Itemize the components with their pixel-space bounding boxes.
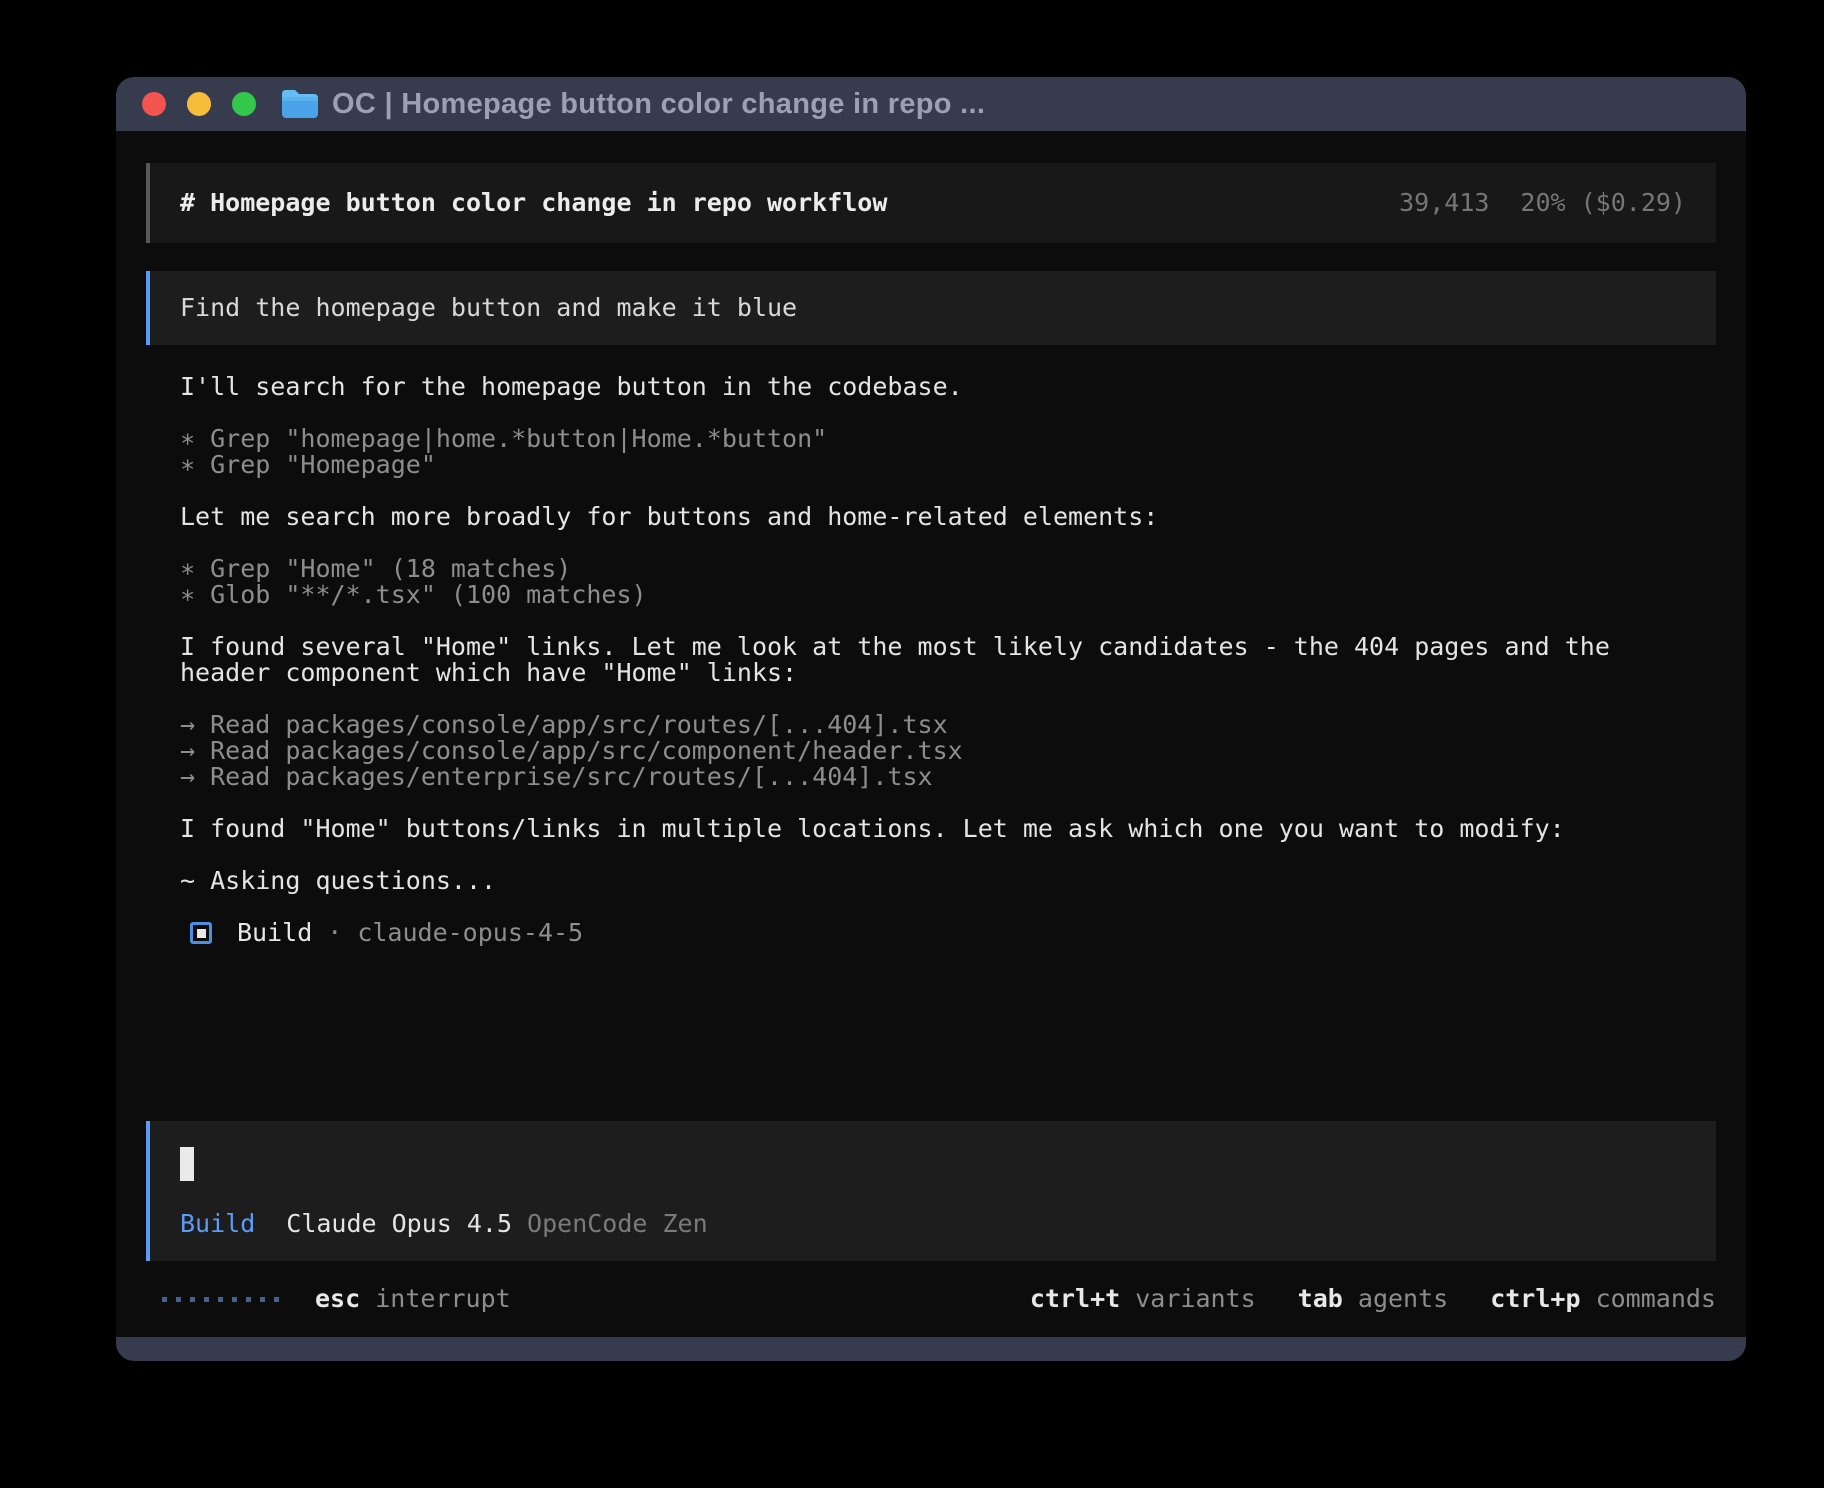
tool-call-read: → Read packages/console/app/src/componen…	[180, 738, 1682, 764]
assistant-text: I found several "Home" links. Let me loo…	[180, 634, 1682, 686]
close-button[interactable]	[142, 92, 166, 116]
agents-hint: tab agents	[1298, 1286, 1449, 1312]
commands-hint: ctrl+p commands	[1490, 1286, 1716, 1312]
terminal-window: OC | Homepage button color change in rep…	[116, 77, 1746, 1361]
input-model-label[interactable]: Claude Opus 4.5	[286, 1211, 512, 1237]
tool-call-grep: ∗ Grep "homepage|home.*button|Home.*butt…	[180, 426, 1682, 452]
agent-separator: ·	[327, 920, 342, 946]
agent-status-row: Build · claude-opus-4-5	[180, 920, 1682, 946]
variants-key: ctrl+t	[1030, 1284, 1120, 1313]
folder-icon	[280, 88, 318, 120]
status-bar: esc interrupt ctrl+t variants tab agents…	[146, 1261, 1716, 1337]
commands-label: commands	[1596, 1284, 1716, 1313]
agents-label: agents	[1358, 1284, 1448, 1313]
tool-call-read: → Read packages/enterprise/src/routes/[.…	[180, 764, 1682, 790]
prompt-input[interactable]: Build Claude Opus 4.5 OpenCode Zen	[146, 1121, 1716, 1261]
interrupt-label: interrupt	[375, 1284, 510, 1313]
assistant-text: I found "Home" buttons/links in multiple…	[180, 816, 1682, 842]
assistant-text: I'll search for the homepage button in t…	[180, 374, 1682, 400]
tool-call-grep: ∗ Grep "Home" (18 matches)	[180, 556, 1682, 582]
commands-key: ctrl+p	[1490, 1284, 1580, 1313]
working-status: ~ Asking questions...	[180, 868, 1682, 894]
variants-label: variants	[1135, 1284, 1255, 1313]
spinner-dots-icon	[162, 1297, 279, 1302]
titlebar[interactable]: OC | Homepage button color change in rep…	[116, 77, 1746, 131]
session-stats: 39,413 20% ($0.29)	[1399, 190, 1686, 216]
text-cursor[interactable]	[180, 1147, 194, 1181]
tool-call-read: → Read packages/console/app/src/routes/[…	[180, 712, 1682, 738]
input-agent-label[interactable]: Build	[180, 1211, 255, 1237]
agent-model: claude-opus-4-5	[357, 920, 583, 946]
variants-hint: ctrl+t variants	[1030, 1286, 1256, 1312]
terminal-content: # Homepage button color change in repo w…	[116, 131, 1746, 1337]
agents-key: tab	[1298, 1284, 1343, 1313]
agent-name: Build	[237, 920, 312, 946]
agent-build-icon	[190, 922, 212, 944]
tool-call-grep: ∗ Grep "Homepage"	[180, 452, 1682, 478]
interrupt-hint: esc interrupt	[315, 1286, 511, 1312]
context-usage: 20% ($0.29)	[1520, 190, 1686, 216]
user-message: Find the homepage button and make it blu…	[146, 271, 1716, 345]
interrupt-key: esc	[315, 1284, 360, 1313]
window-title: OC | Homepage button color change in rep…	[332, 88, 985, 121]
assistant-transcript: I'll search for the homepage button in t…	[146, 374, 1716, 946]
token-count: 39,413	[1399, 190, 1489, 216]
assistant-text: Let me search more broadly for buttons a…	[180, 504, 1682, 530]
model-row: Build Claude Opus 4.5 OpenCode Zen	[180, 1211, 1686, 1237]
input-provider-label: OpenCode Zen	[527, 1211, 708, 1237]
minimize-button[interactable]	[187, 92, 211, 116]
session-title: # Homepage button color change in repo w…	[180, 190, 887, 216]
session-header: # Homepage button color change in repo w…	[146, 163, 1716, 243]
traffic-lights	[142, 92, 256, 116]
tool-call-glob: ∗ Glob "**/*.tsx" (100 matches)	[180, 582, 1682, 608]
zoom-button[interactable]	[232, 92, 256, 116]
user-message-text: Find the homepage button and make it blu…	[180, 295, 797, 321]
